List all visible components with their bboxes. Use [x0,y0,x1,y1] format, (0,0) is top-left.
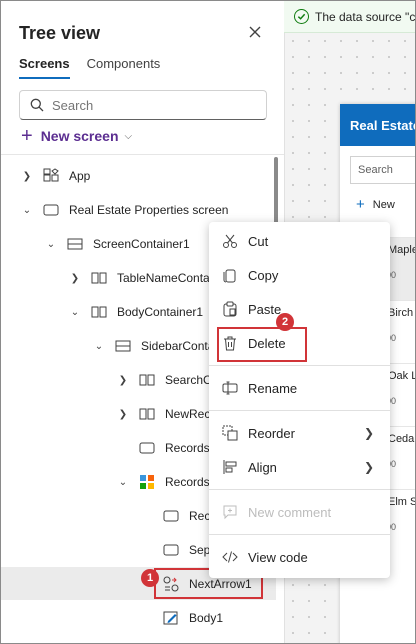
chevron-right-icon[interactable]: ❯ [117,409,129,420]
record-name: Oak L [388,370,416,382]
tree-item-label: SidebarConta [141,339,215,353]
menu-item-copy[interactable]: Copy [209,258,390,292]
highlight-box [217,327,307,362]
copy-icon [222,267,238,283]
reorder-icon [222,425,238,441]
record-name: Cedar [388,433,416,445]
record-name: Elm S [388,496,416,508]
app-new-button[interactable]: + New [356,196,415,213]
record-name: Birch [388,307,414,319]
app-window: The data source "c Real Estate Search + … [0,0,416,644]
horizontal-container-icon [90,303,108,321]
plus-icon: + [356,196,365,213]
align-icon [222,459,238,475]
plus-icon: + [21,125,33,147]
tab-screens[interactable]: Screens [19,56,70,79]
comment-add-icon [222,504,238,520]
horizontal-container-icon [90,269,108,287]
menu-divider [209,489,390,490]
menu-item-paste[interactable]: Paste [209,292,390,326]
scissors-icon [222,233,238,249]
chevron-down-icon[interactable]: ⌄ [21,205,33,216]
chevron-right-icon[interactable]: ❯ [21,171,33,182]
vertical-container-icon [114,337,132,355]
menu-divider [209,534,390,535]
record-name: Maple [388,244,416,256]
app-header: Real Estate [340,104,415,146]
chevron-right-icon[interactable]: ❯ [69,273,81,284]
chevron-right-icon: ❯ [363,426,374,440]
menu-item-reorder[interactable]: Reorder ❯ [209,416,390,450]
horizontal-container-icon [138,371,156,389]
vertical-container-icon [66,235,84,253]
menu-item-label: Reorder [248,425,295,441]
tree-item-label: ScreenContainer1 [93,237,190,251]
menu-item-label: View code [248,549,308,565]
context-menu: Cut Copy Paste Delete Rename Reorder ❯ A… [209,222,390,578]
chevron-down-icon[interactable]: ⌄ [45,239,57,250]
callout-badge: 2 [276,313,294,331]
notification-text: The data source "c [315,9,416,24]
menu-divider [209,410,390,411]
tree-item-app[interactable]: ❯ App [1,159,276,193]
clipboard-icon [222,301,238,317]
tree-item-label: Body1 [189,611,224,625]
tab-components[interactable]: Components [87,56,161,79]
menu-item-label: New comment [248,504,332,520]
tree-item-html-text[interactable]: Body1 [1,601,276,635]
new-screen-label: New screen [40,128,119,144]
menu-item-align[interactable]: Align ❯ [209,450,390,484]
chevron-down-icon[interactable]: ⌄ [69,307,81,318]
app-search-input[interactable]: Search [350,156,415,184]
menu-item-label: Align [248,459,277,475]
rectangle-icon [162,507,180,525]
screen-icon [42,201,60,219]
rectangle-icon [162,541,180,559]
chevron-down-icon[interactable]: ⌄ [117,477,129,488]
rename-icon [222,380,238,396]
tab-bar: Screens Components [19,56,177,79]
notification-bar: The data source "c [284,1,416,33]
search-field[interactable] [19,90,267,120]
horizontal-container-icon [138,405,156,423]
divider [1,154,284,155]
edit-icon [162,609,180,627]
code-icon [222,549,238,565]
app-new-label: New [372,198,395,211]
search-icon [30,98,44,112]
callout-badge: 1 [141,569,159,587]
close-icon[interactable] [246,23,264,41]
menu-item-label: Cut [248,233,269,249]
new-screen-button[interactable]: + New screen ⌵ [21,125,133,147]
menu-item-cut[interactable]: Cut [209,224,390,258]
label-icon [138,439,156,457]
tree-item-label: Real Estate Properties screen [69,203,229,217]
checkmark-icon [294,9,309,24]
search-input[interactable] [52,97,252,113]
menu-item-label: Copy [248,267,279,283]
menu-item-rename[interactable]: Rename [209,371,390,405]
chevron-down-icon[interactable]: ⌄ [93,341,105,352]
menu-item-new-comment[interactable]: New comment [209,495,390,529]
menu-item-label: Rename [248,380,298,396]
tree-item-label: BodyContainer1 [117,305,204,319]
app-icon [42,167,60,185]
chevron-down-icon: ⌵ [124,130,133,142]
menu-item-label: Paste [248,301,282,317]
menu-item-view-code[interactable]: View code [209,540,390,574]
gallery-icon [138,473,156,491]
menu-divider [209,365,390,366]
chevron-right-icon[interactable]: ❯ [117,375,129,386]
tree-item-label: App [69,169,91,183]
chevron-right-icon: ❯ [363,460,374,474]
tree-item-label: TableNameContai [117,271,213,285]
panel-title: Tree view [19,23,101,43]
